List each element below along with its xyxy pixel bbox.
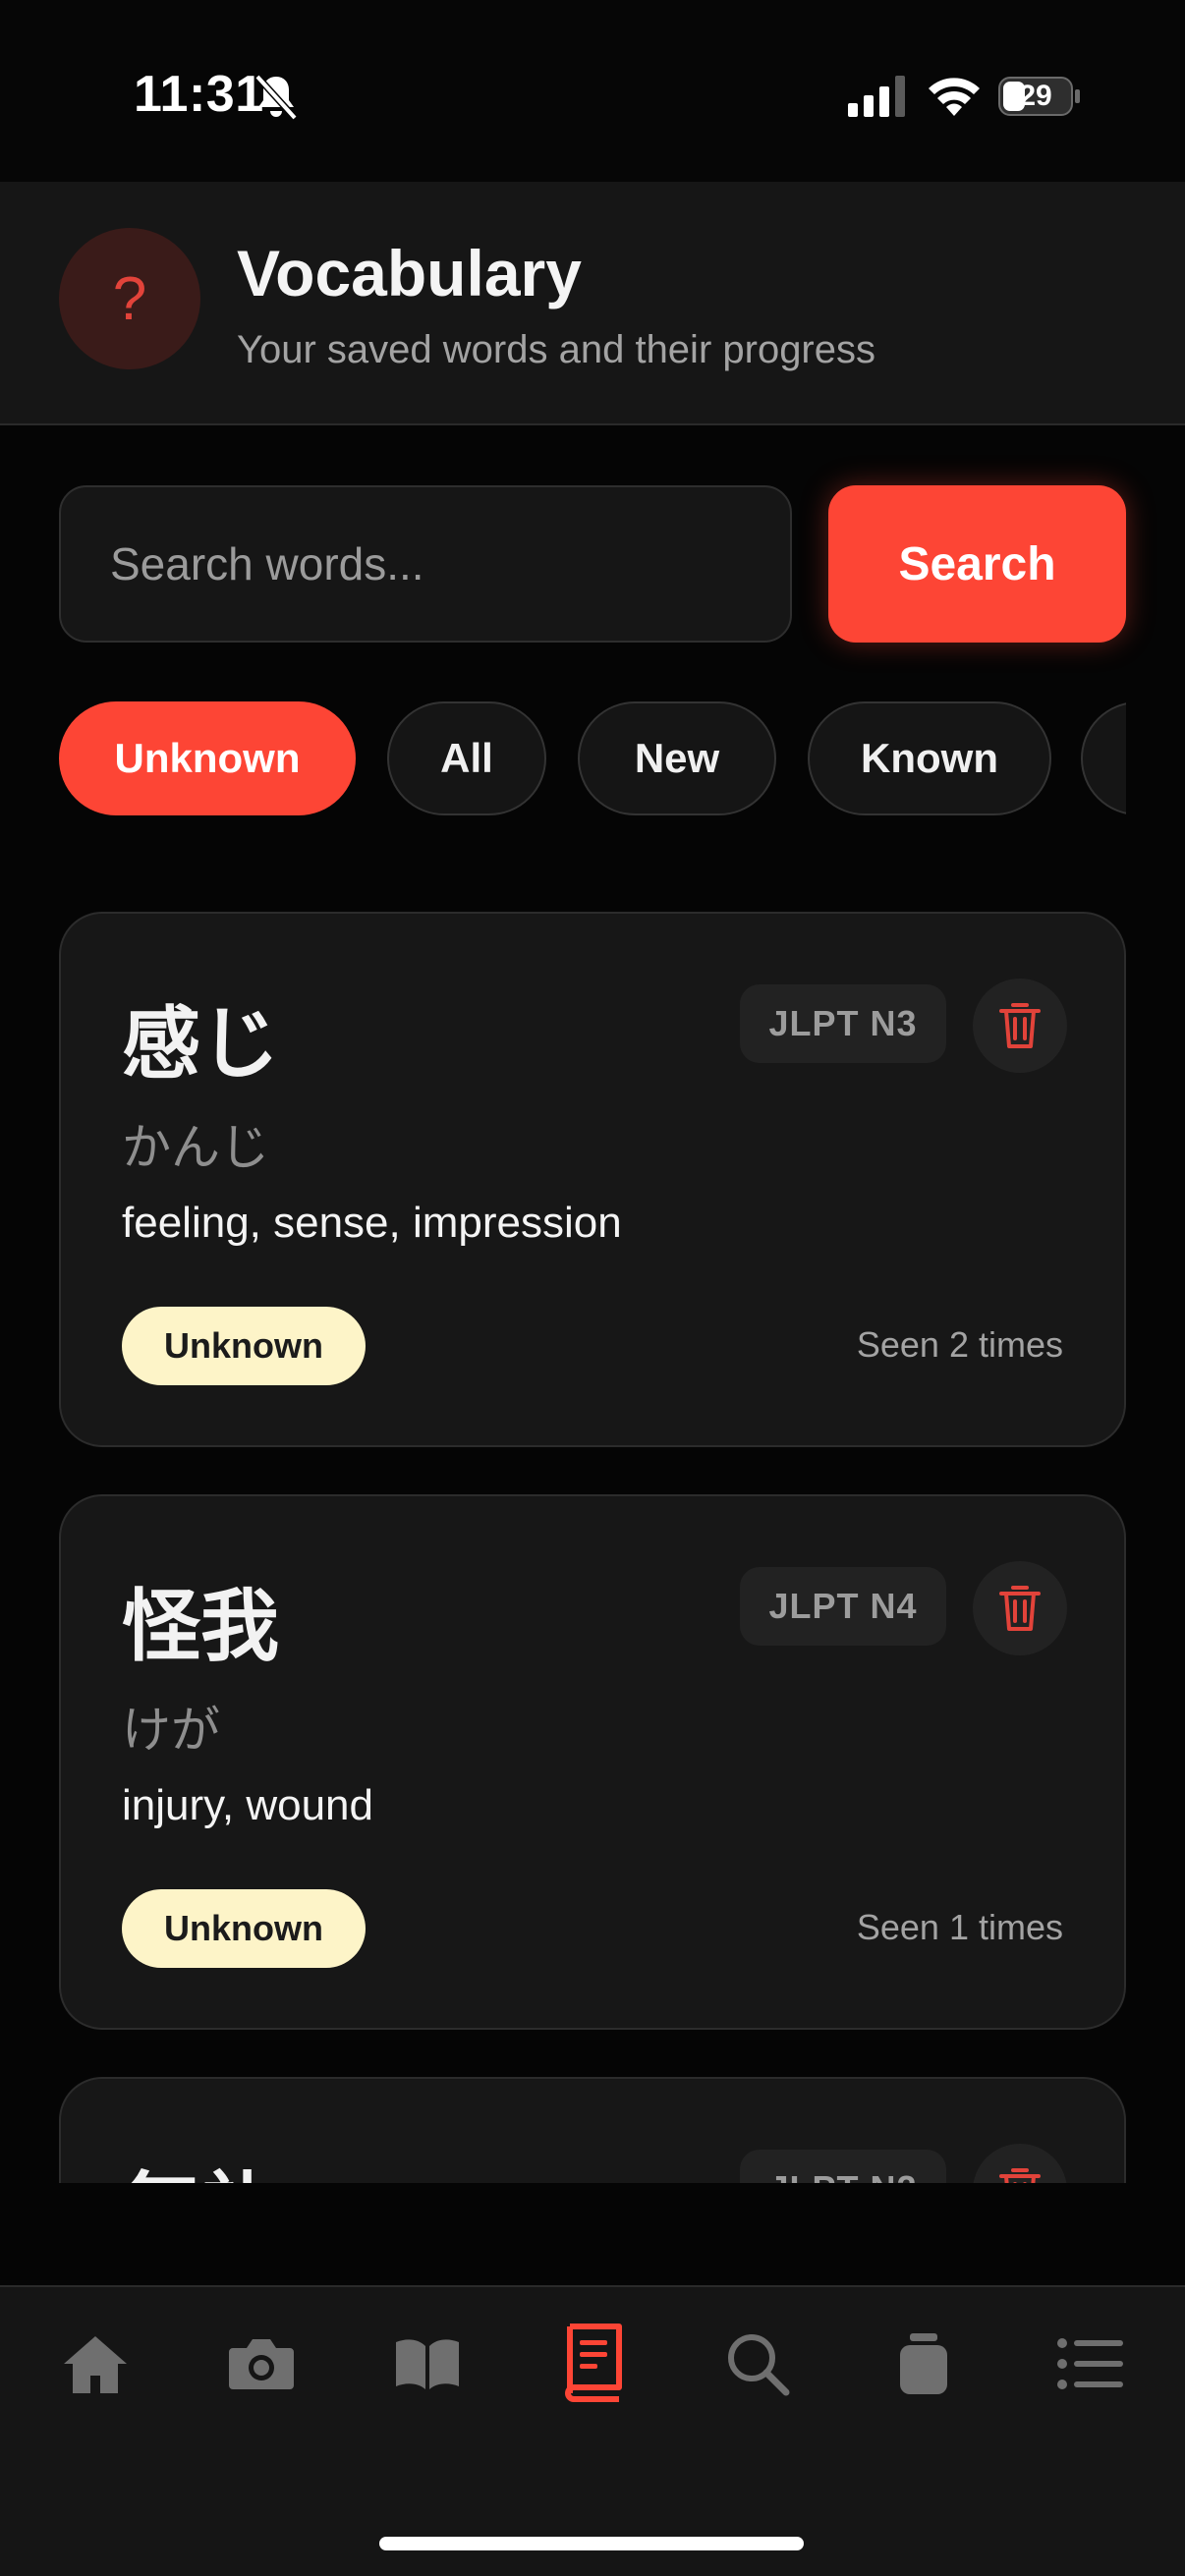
battery-level: 29	[1019, 80, 1052, 112]
tab-home[interactable]	[56, 2324, 135, 2403]
tab-vocabulary[interactable]	[553, 2324, 632, 2403]
vocab-meaning: feeling, sense, impression	[122, 1199, 622, 1247]
filter-chip-new[interactable]: New	[578, 701, 776, 815]
tab-reader[interactable]	[388, 2324, 467, 2403]
vocab-meaning: injury, wound	[122, 1781, 373, 1829]
home-icon	[64, 2336, 127, 2393]
vocab-word: 感じ	[122, 998, 279, 1090]
tab-search[interactable]	[718, 2324, 797, 2403]
vocab-reading: かんじ	[122, 1119, 269, 1176]
vocab-list: 感じ かんじ feeling, sense, impression JLPT N…	[0, 884, 1185, 2183]
vocab-reading: けが	[122, 1702, 220, 1759]
jar-icon	[900, 2333, 947, 2394]
open-book-icon	[396, 2339, 459, 2389]
filter-chip-known[interactable]: Known	[808, 701, 1051, 815]
filter-chip-more[interactable]	[1081, 701, 1126, 815]
signal-icon	[848, 76, 905, 117]
filter-chip-all[interactable]: All	[387, 701, 546, 815]
search-icon	[728, 2334, 790, 2396]
filter-chip-unknown[interactable]: Unknown	[59, 701, 356, 815]
delete-button[interactable]	[973, 2144, 1067, 2183]
jlpt-badge: JLPT N2	[740, 2150, 946, 2183]
search-input[interactable]: Search words...	[59, 485, 792, 643]
tab-menu[interactable]	[1051, 2324, 1130, 2403]
page-title: Vocabulary	[237, 237, 582, 309]
page-subtitle: Your saved words and their progress	[237, 328, 875, 371]
vocabulary-book-icon	[565, 2324, 622, 2402]
delete-button[interactable]	[973, 979, 1067, 1073]
trash-icon	[999, 1586, 1041, 1631]
camera-icon	[229, 2339, 294, 2389]
vocab-word: 怪我	[122, 1581, 279, 1672]
trash-icon	[999, 2168, 1041, 2183]
search-button[interactable]: Search	[828, 485, 1126, 643]
tab-jar[interactable]	[884, 2324, 963, 2403]
status-time: 11:31	[134, 66, 264, 123]
seen-count: Seen 1 times	[856, 1907, 1063, 1947]
battery-icon: 29	[998, 77, 1081, 116]
bell-slash-icon	[254, 74, 298, 121]
jlpt-badge: JLPT N3	[740, 984, 946, 1063]
vocab-card[interactable]: 無礼 JLPT N2	[59, 2077, 1126, 2183]
vocab-card[interactable]: 感じ かんじ feeling, sense, impression JLPT N…	[59, 912, 1126, 1447]
trash-icon	[999, 1003, 1041, 1048]
jlpt-badge: JLPT N4	[740, 1567, 946, 1646]
list-icon	[1057, 2338, 1123, 2389]
home-indicator[interactable]	[379, 2537, 804, 2550]
delete-button[interactable]	[973, 1561, 1067, 1655]
seen-count: Seen 2 times	[856, 1324, 1063, 1365]
wifi-icon	[929, 78, 980, 116]
vocab-word: 無礼	[122, 2146, 279, 2183]
tab-camera[interactable]	[222, 2324, 301, 2403]
status-badge: Unknown	[122, 1307, 366, 1385]
filter-chips: Unknown All New Known	[59, 701, 1126, 815]
vocab-card[interactable]: 怪我 けが injury, wound JLPT N4 Unknown Seen…	[59, 1494, 1126, 2030]
status-badge: Unknown	[122, 1889, 366, 1968]
help-icon[interactable]: ?	[59, 228, 200, 369]
